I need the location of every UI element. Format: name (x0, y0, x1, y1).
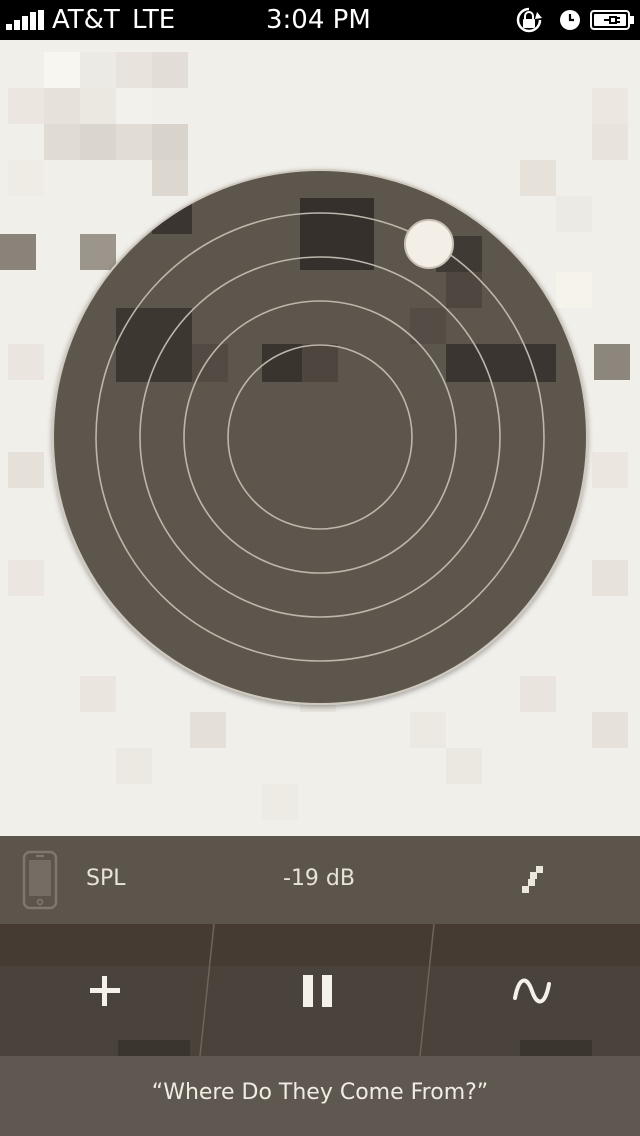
meter-bar: SPL -19 dB (0, 836, 640, 924)
status-bar: AT&T LTE 3:04 PM (0, 0, 640, 40)
meter-label: SPL (86, 866, 126, 891)
iphone-icon[interactable] (22, 850, 58, 910)
sine-wave-icon (513, 978, 551, 1004)
pause-icon (303, 975, 332, 1007)
app-screen: AT&T LTE 3:04 PM SPL -19 dB “Where Do Th… (0, 0, 640, 1136)
song-title: “Where Do They Come From?” (151, 1080, 489, 1105)
waveform-button[interactable] (497, 956, 567, 1026)
radar-display[interactable] (0, 40, 640, 836)
clock: 3:04 PM (266, 5, 371, 35)
pause-button[interactable] (284, 956, 354, 1026)
song-title-bar[interactable]: “Where Do They Come From?” (0, 1056, 640, 1136)
orientation-lock-icon (516, 7, 542, 33)
carrier-name: AT&T (52, 5, 120, 35)
meter-value: -19 dB (283, 866, 355, 891)
alarm-clock-icon (560, 10, 580, 30)
transport-controls (0, 924, 640, 1056)
network-type: LTE (132, 5, 176, 35)
plus-icon (90, 976, 120, 1006)
sound-source-marker[interactable] (404, 219, 454, 269)
battery-charging-icon (590, 10, 634, 30)
signal-path-icon[interactable] (514, 862, 550, 898)
visualizer-canvas[interactable] (0, 40, 640, 836)
signal-strength-icon (6, 10, 48, 30)
add-button[interactable] (70, 956, 140, 1026)
